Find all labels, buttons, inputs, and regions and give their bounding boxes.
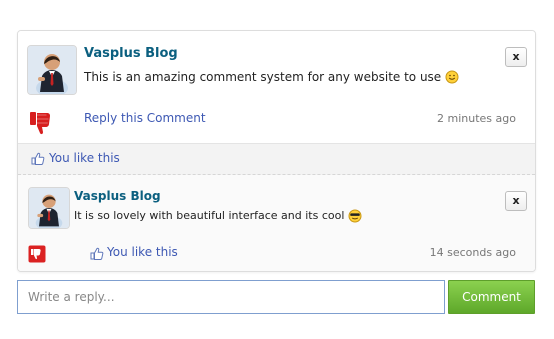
comment-button[interactable]: Comment (448, 280, 535, 314)
reply-input[interactable] (17, 280, 445, 314)
comment-author: Vasplus Blog (84, 46, 178, 61)
delete-comment-button[interactable]: x (505, 47, 527, 67)
comment-thread-card: Vasplus Blog This is an amazing comment … (17, 30, 536, 272)
dislike-thumb-icon[interactable] (28, 108, 56, 136)
reply-comment-link[interactable]: Reply this Comment (84, 111, 206, 126)
you-like-this-link[interactable]: You like this (49, 151, 120, 166)
reply-author: Vasplus Blog (74, 189, 161, 203)
reply-timestamp: 14 seconds ago (429, 246, 516, 259)
businessman-avatar-icon (28, 46, 76, 94)
smile-emoji-icon (445, 70, 459, 84)
main-comment: Vasplus Blog This is an amazing comment … (18, 31, 535, 144)
comment-text-row: This is an amazing comment system for an… (84, 69, 459, 85)
reply-avatar (28, 187, 70, 229)
businessman-avatar-icon (29, 188, 69, 228)
thumbs-up-icon (31, 151, 45, 165)
reply-text-row: It is so lovely with beautiful interface… (74, 208, 362, 224)
comment-widget: Vasplus Blog This is an amazing comment … (0, 0, 554, 339)
like-status-bar: You like this (18, 144, 535, 175)
reply-you-like-this-link[interactable]: You like this (107, 245, 178, 260)
cool-emoji-icon (348, 209, 362, 223)
delete-reply-button[interactable]: x (505, 191, 527, 211)
comment-timestamp: 2 minutes ago (437, 112, 516, 125)
reply-comment: Vasplus Blog It is so lovely with beauti… (18, 175, 535, 271)
user-avatar (27, 45, 77, 95)
comment-text: This is an amazing comment system for an… (84, 70, 442, 84)
dislike-small-icon[interactable] (28, 245, 46, 263)
reply-text: It is so lovely with beautiful interface… (74, 209, 345, 222)
reply-form: Comment (17, 280, 536, 314)
thumbs-up-icon (90, 246, 104, 260)
